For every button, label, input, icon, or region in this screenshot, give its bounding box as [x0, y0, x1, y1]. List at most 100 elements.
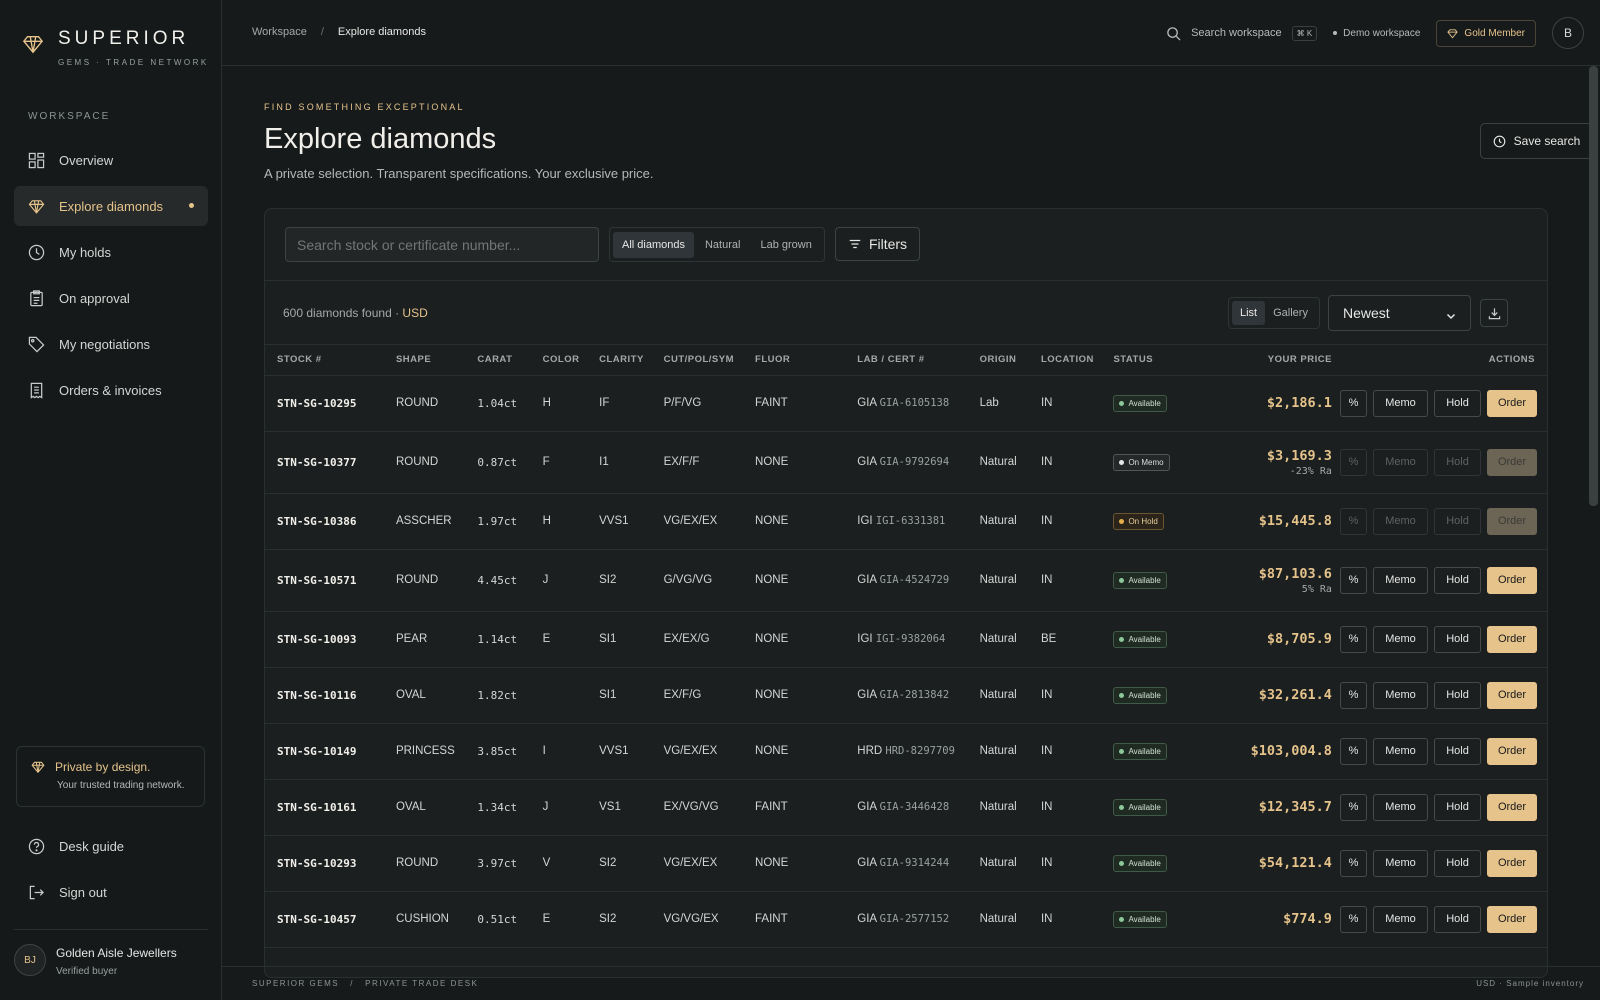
memo-button[interactable]: Memo [1373, 566, 1428, 594]
cell-stock[interactable]: STN-SG-10377 [265, 431, 396, 494]
col-stock[interactable]: STOCK # [265, 345, 396, 376]
negotiate-button[interactable]: % [1340, 448, 1367, 476]
col-carat[interactable]: CARAT [477, 345, 543, 376]
download-button[interactable] [1480, 299, 1508, 327]
sidebar-item-my-holds[interactable]: My holds [14, 232, 208, 272]
sidebar-item-on-approval[interactable]: On approval [14, 278, 208, 318]
col-color[interactable]: COLOR [542, 345, 600, 376]
user-avatar-button[interactable]: B [1552, 17, 1584, 49]
col-origin[interactable]: ORIGIN [979, 345, 1041, 376]
order-button[interactable]: Order [1487, 448, 1537, 476]
table-row[interactable]: STN-SG-10386 ASSCHER 1.97ct H VVS1 VG/EX/EX NO… [265, 493, 1547, 550]
order-button[interactable]: Order [1487, 389, 1537, 417]
cell-stock[interactable]: STN-SG-10161 [265, 779, 396, 836]
cell-stock[interactable]: STN-SG-10571 [265, 549, 396, 612]
user-profile[interactable]: BJ Golden Aisle Jewellers Verified buyer [14, 929, 208, 977]
col-clarity[interactable]: CLARITY [599, 345, 664, 376]
negotiate-button[interactable]: % [1340, 389, 1367, 417]
cell-stock[interactable]: STN-SG-10149 [265, 723, 396, 780]
order-button[interactable]: Order [1487, 849, 1537, 877]
hold-button[interactable]: Hold [1434, 389, 1481, 417]
col-cut-pol-sym[interactable]: CUT/POL/SYM [663, 345, 756, 376]
cell-lab-cert[interactable]: GIA GIA-2813842 [857, 667, 980, 724]
sidebar-item-explore-diamonds[interactable]: Explore diamonds [14, 186, 208, 226]
workspace-indicator[interactable]: Demo workspace [1333, 28, 1420, 39]
cell-lab-cert[interactable]: IGI IGI-6331381 [857, 493, 980, 550]
memo-button[interactable]: Memo [1373, 737, 1428, 765]
negotiate-button[interactable]: % [1340, 681, 1367, 709]
negotiate-button[interactable]: % [1340, 566, 1367, 594]
negotiate-button[interactable]: % [1340, 793, 1367, 821]
sidebar-item-overview[interactable]: Overview [14, 140, 208, 180]
negotiate-button[interactable]: % [1340, 849, 1367, 877]
cell-lab-cert[interactable]: GIA GIA-2577152 [857, 891, 980, 948]
table-row[interactable]: STN-SG-10457 CUSHION 0.51ct E SI2 VG/VG/EX FAI… [265, 891, 1547, 948]
hold-button[interactable]: Hold [1434, 625, 1481, 653]
cell-lab-cert[interactable]: HRD HRD-8297709 [857, 723, 980, 780]
scrollbar[interactable] [1589, 66, 1598, 506]
cell-lab-cert[interactable]: GIA GIA-9792694 [857, 431, 980, 494]
negotiate-button[interactable]: % [1340, 625, 1367, 653]
cell-lab-cert[interactable]: GIA GIA-4524729 [857, 549, 980, 612]
filters-button[interactable]: Filters [835, 227, 920, 261]
col-lab-cert[interactable]: LAB / CERT # [857, 345, 980, 376]
order-button[interactable]: Order [1487, 507, 1537, 535]
sidebar-item-desk-guide[interactable]: Desk guide [14, 826, 208, 866]
table-row[interactable]: STN-SG-10149 PRINCESS 3.85ct I VVS1 VG/EX/EX N… [265, 723, 1547, 780]
sort-select[interactable]: Newest [1328, 295, 1471, 331]
order-button[interactable]: Order [1487, 566, 1537, 594]
membership-badge[interactable]: Gold Member [1436, 19, 1536, 47]
col-your-price[interactable]: YOUR PRICE [1214, 345, 1340, 376]
hold-button[interactable]: Hold [1434, 507, 1481, 535]
table-row[interactable]: STN-SG-10377 ROUND 0.87ct F I1 EX/F/F NONE GIA … [265, 431, 1547, 494]
negotiate-button[interactable]: % [1340, 737, 1367, 765]
sidebar-item-orders-invoices[interactable]: Orders & invoices [14, 370, 208, 410]
table-row[interactable]: STN-SG-10571 ROUND 4.45ct J SI2 G/VG/VG NONE GI… [265, 549, 1547, 612]
view-list[interactable]: List [1232, 301, 1266, 325]
workspace-search[interactable]: Search workspace ⌘ K [1166, 25, 1318, 41]
segment-all-diamonds[interactable]: All diamonds [613, 231, 694, 258]
sidebar-item-sign-out[interactable]: Sign out [14, 872, 208, 912]
brand[interactable]: SUPERIOR GEMS · TRADE NETWORK [22, 28, 209, 67]
segment-natural[interactable]: Natural [696, 232, 749, 258]
col-shape[interactable]: SHAPE [395, 345, 478, 376]
hold-button[interactable]: Hold [1434, 849, 1481, 877]
order-button[interactable]: Order [1487, 905, 1537, 933]
order-button[interactable]: Order [1487, 737, 1537, 765]
col-location[interactable]: LOCATION [1040, 345, 1114, 376]
cell-stock[interactable]: STN-SG-10116 [265, 667, 396, 724]
sidebar-item-my-negotiations[interactable]: My negotiations [14, 324, 208, 364]
memo-button[interactable]: Memo [1373, 793, 1428, 821]
memo-button[interactable]: Memo [1373, 849, 1428, 877]
cell-stock[interactable]: STN-SG-10457 [265, 891, 396, 948]
segment-lab-grown[interactable]: Lab grown [751, 232, 820, 258]
table-row[interactable]: STN-SG-10093 PEAR 1.14ct E SI1 EX/EX/G NONE IGI… [265, 611, 1547, 668]
hold-button[interactable]: Hold [1434, 905, 1481, 933]
table-row[interactable]: STN-SG-10295 ROUND 1.04ct H IF P/F/VG FAINT GIA… [265, 375, 1547, 432]
table-row[interactable]: STN-SG-10293 ROUND 3.97ct V SI2 VG/EX/EX NONE G… [265, 835, 1547, 892]
view-gallery[interactable]: Gallery [1265, 301, 1316, 325]
cell-stock[interactable]: STN-SG-10295 [265, 375, 396, 432]
order-button[interactable]: Order [1487, 625, 1537, 653]
col-status[interactable]: STATUS [1113, 345, 1215, 376]
cell-stock[interactable]: STN-SG-10093 [265, 611, 396, 668]
cell-lab-cert[interactable]: IGI IGI-9382064 [857, 611, 980, 668]
stock-search-input[interactable] [285, 227, 599, 262]
memo-button[interactable]: Memo [1373, 448, 1428, 476]
memo-button[interactable]: Memo [1373, 625, 1428, 653]
memo-button[interactable]: Memo [1373, 681, 1428, 709]
cell-lab-cert[interactable]: GIA GIA-6105138 [857, 375, 980, 432]
memo-button[interactable]: Memo [1373, 905, 1428, 933]
col-fluor[interactable]: FLUOR [755, 345, 858, 376]
negotiate-button[interactable]: % [1340, 905, 1367, 933]
hold-button[interactable]: Hold [1434, 681, 1481, 709]
save-search-button[interactable]: Save search [1480, 123, 1593, 159]
hold-button[interactable]: Hold [1434, 793, 1481, 821]
cell-lab-cert[interactable]: GIA GIA-9314244 [857, 835, 980, 892]
breadcrumb-workspace[interactable]: Workspace [252, 26, 307, 38]
order-button[interactable]: Order [1487, 681, 1537, 709]
hold-button[interactable]: Hold [1434, 737, 1481, 765]
cell-lab-cert[interactable]: GIA GIA-3446428 [857, 779, 980, 836]
hold-button[interactable]: Hold [1434, 448, 1481, 476]
cell-stock[interactable]: STN-SG-10293 [265, 835, 396, 892]
